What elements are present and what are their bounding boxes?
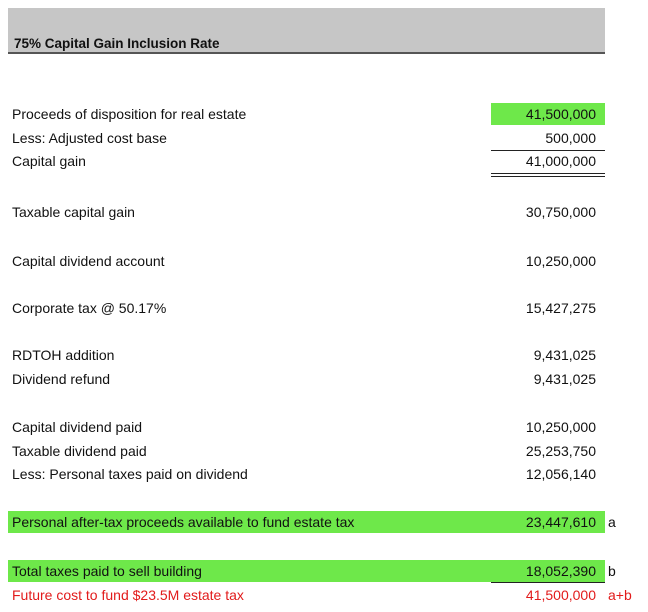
row-corporate-tax: Corporate tax @ 50.17% 15,427,275: [0, 297, 648, 319]
row-value: 25,253,750: [525, 443, 596, 459]
row-value: 41,000,000: [525, 153, 596, 169]
row-label: Less: Adjusted cost base: [12, 130, 167, 146]
row-value: 41,500,000: [525, 106, 596, 122]
row-label: Capital dividend paid: [12, 419, 142, 435]
row-label: Capital gain: [12, 153, 86, 169]
row-capital-dividend-account: Capital dividend account 10,250,000: [0, 250, 648, 272]
row-value: 10,250,000: [525, 419, 596, 435]
row-value: 18,052,390: [525, 563, 596, 579]
row-capital-gain: Capital gain 41,000,000: [0, 150, 648, 172]
row-capital-dividend-paid: Capital dividend paid 10,250,000: [0, 416, 648, 438]
row-label: Proceeds of disposition for real estate: [12, 106, 247, 122]
row-label: Capital dividend account: [12, 253, 165, 269]
row-value: 500,000: [545, 130, 596, 146]
row-marker: a+b: [608, 587, 632, 603]
row-label: Personal after-tax proceeds available to…: [12, 514, 355, 530]
row-label: RDTOH addition: [12, 347, 115, 363]
row-marker: b: [608, 563, 616, 579]
row-label: Taxable capital gain: [12, 204, 135, 220]
row-value: 15,427,275: [525, 300, 596, 316]
row-label: Taxable dividend paid: [12, 443, 147, 459]
total-double-line-top: [491, 173, 605, 174]
row-value: 41,500,000: [525, 587, 596, 603]
row-value: 9,431,025: [533, 371, 596, 387]
row-after-tax-proceeds: Personal after-tax proceeds available to…: [0, 511, 648, 533]
row-value: 23,447,610: [525, 514, 596, 530]
row-label: Less: Personal taxes paid on dividend: [12, 466, 248, 482]
total-double-line-bottom: [491, 176, 605, 177]
table-title: 75% Capital Gain Inclusion Rate: [14, 36, 220, 51]
row-value: 12,056,140: [525, 466, 596, 482]
total-line: [491, 582, 605, 583]
row-proceeds: Proceeds of disposition for real estate …: [0, 103, 648, 125]
row-rdtoh-addition: RDTOH addition 9,431,025: [0, 344, 648, 366]
row-marker: a: [608, 514, 616, 530]
row-total-taxes: Total taxes paid to sell building 18,052…: [0, 560, 648, 582]
row-adjusted-cost-base: Less: Adjusted cost base 500,000: [0, 127, 648, 149]
row-value: 9,431,025: [533, 347, 596, 363]
row-value: 10,250,000: [525, 253, 596, 269]
row-label: Future cost to fund $23.5M estate tax: [12, 587, 244, 603]
row-label: Corporate tax @ 50.17%: [12, 300, 167, 316]
row-label: Total taxes paid to sell building: [12, 563, 202, 579]
row-future-cost: Future cost to fund $23.5M estate tax 41…: [0, 584, 648, 606]
row-dividend-refund: Dividend refund 9,431,025: [0, 368, 648, 390]
row-value: 30,750,000: [525, 204, 596, 220]
row-taxable-capital-gain: Taxable capital gain 30,750,000: [0, 201, 648, 223]
row-label: Dividend refund: [12, 371, 111, 387]
table-header: 75% Capital Gain Inclusion Rate: [8, 8, 605, 54]
row-personal-taxes: Less: Personal taxes paid on dividend 12…: [0, 463, 648, 485]
row-taxable-dividend-paid: Taxable dividend paid 25,253,750: [0, 440, 648, 462]
